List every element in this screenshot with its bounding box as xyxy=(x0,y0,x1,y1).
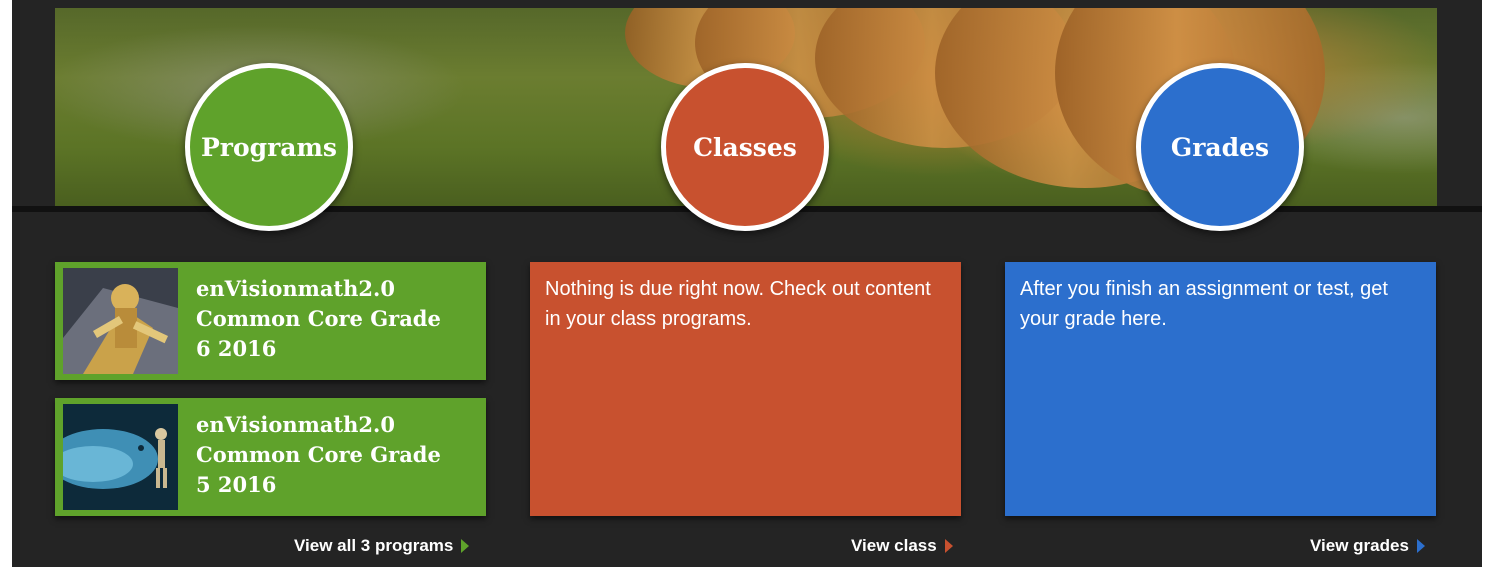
view-class-label: View class xyxy=(851,536,937,555)
robot-thumbnail-icon xyxy=(63,268,178,374)
classes-circle[interactable]: Classes xyxy=(661,63,829,231)
view-class-link[interactable]: View class xyxy=(851,534,953,558)
programs-circle[interactable]: Programs xyxy=(185,63,353,231)
program-card-grade-5[interactable]: enVisionmath2.0 Common Core Grade 5 2016 xyxy=(55,398,486,516)
grades-card: After you finish an assignment or test, … xyxy=(1005,262,1436,516)
grades-circle-label: Grades xyxy=(1170,132,1270,162)
chevron-right-icon xyxy=(944,539,953,553)
chevron-right-icon xyxy=(1416,539,1425,553)
view-grades-label: View grades xyxy=(1310,536,1409,555)
grades-message: After you finish an assignment or test, … xyxy=(1020,278,1388,330)
classes-card: Nothing is due right now. Check out cont… xyxy=(530,262,961,516)
chevron-right-icon xyxy=(461,539,470,553)
program-card-grade-6[interactable]: enVisionmath2.0 Common Core Grade 6 2016 xyxy=(55,262,486,380)
programs-circle-label: Programs xyxy=(200,132,338,162)
classes-message: Nothing is due right now. Check out cont… xyxy=(545,278,931,330)
program-title: enVisionmath2.0 Common Core Grade 6 2016 xyxy=(196,276,441,361)
view-grades-link[interactable]: View grades xyxy=(1310,534,1425,558)
classes-circle-label: Classes xyxy=(693,132,797,162)
program-title: enVisionmath2.0 Common Core Grade 5 2016 xyxy=(196,412,441,497)
grades-circle[interactable]: Grades xyxy=(1136,63,1304,231)
view-all-programs-link[interactable]: View all 3 programs xyxy=(294,534,470,558)
whale-diver-thumbnail-icon xyxy=(63,404,178,510)
view-all-programs-label: View all 3 programs xyxy=(294,536,454,555)
